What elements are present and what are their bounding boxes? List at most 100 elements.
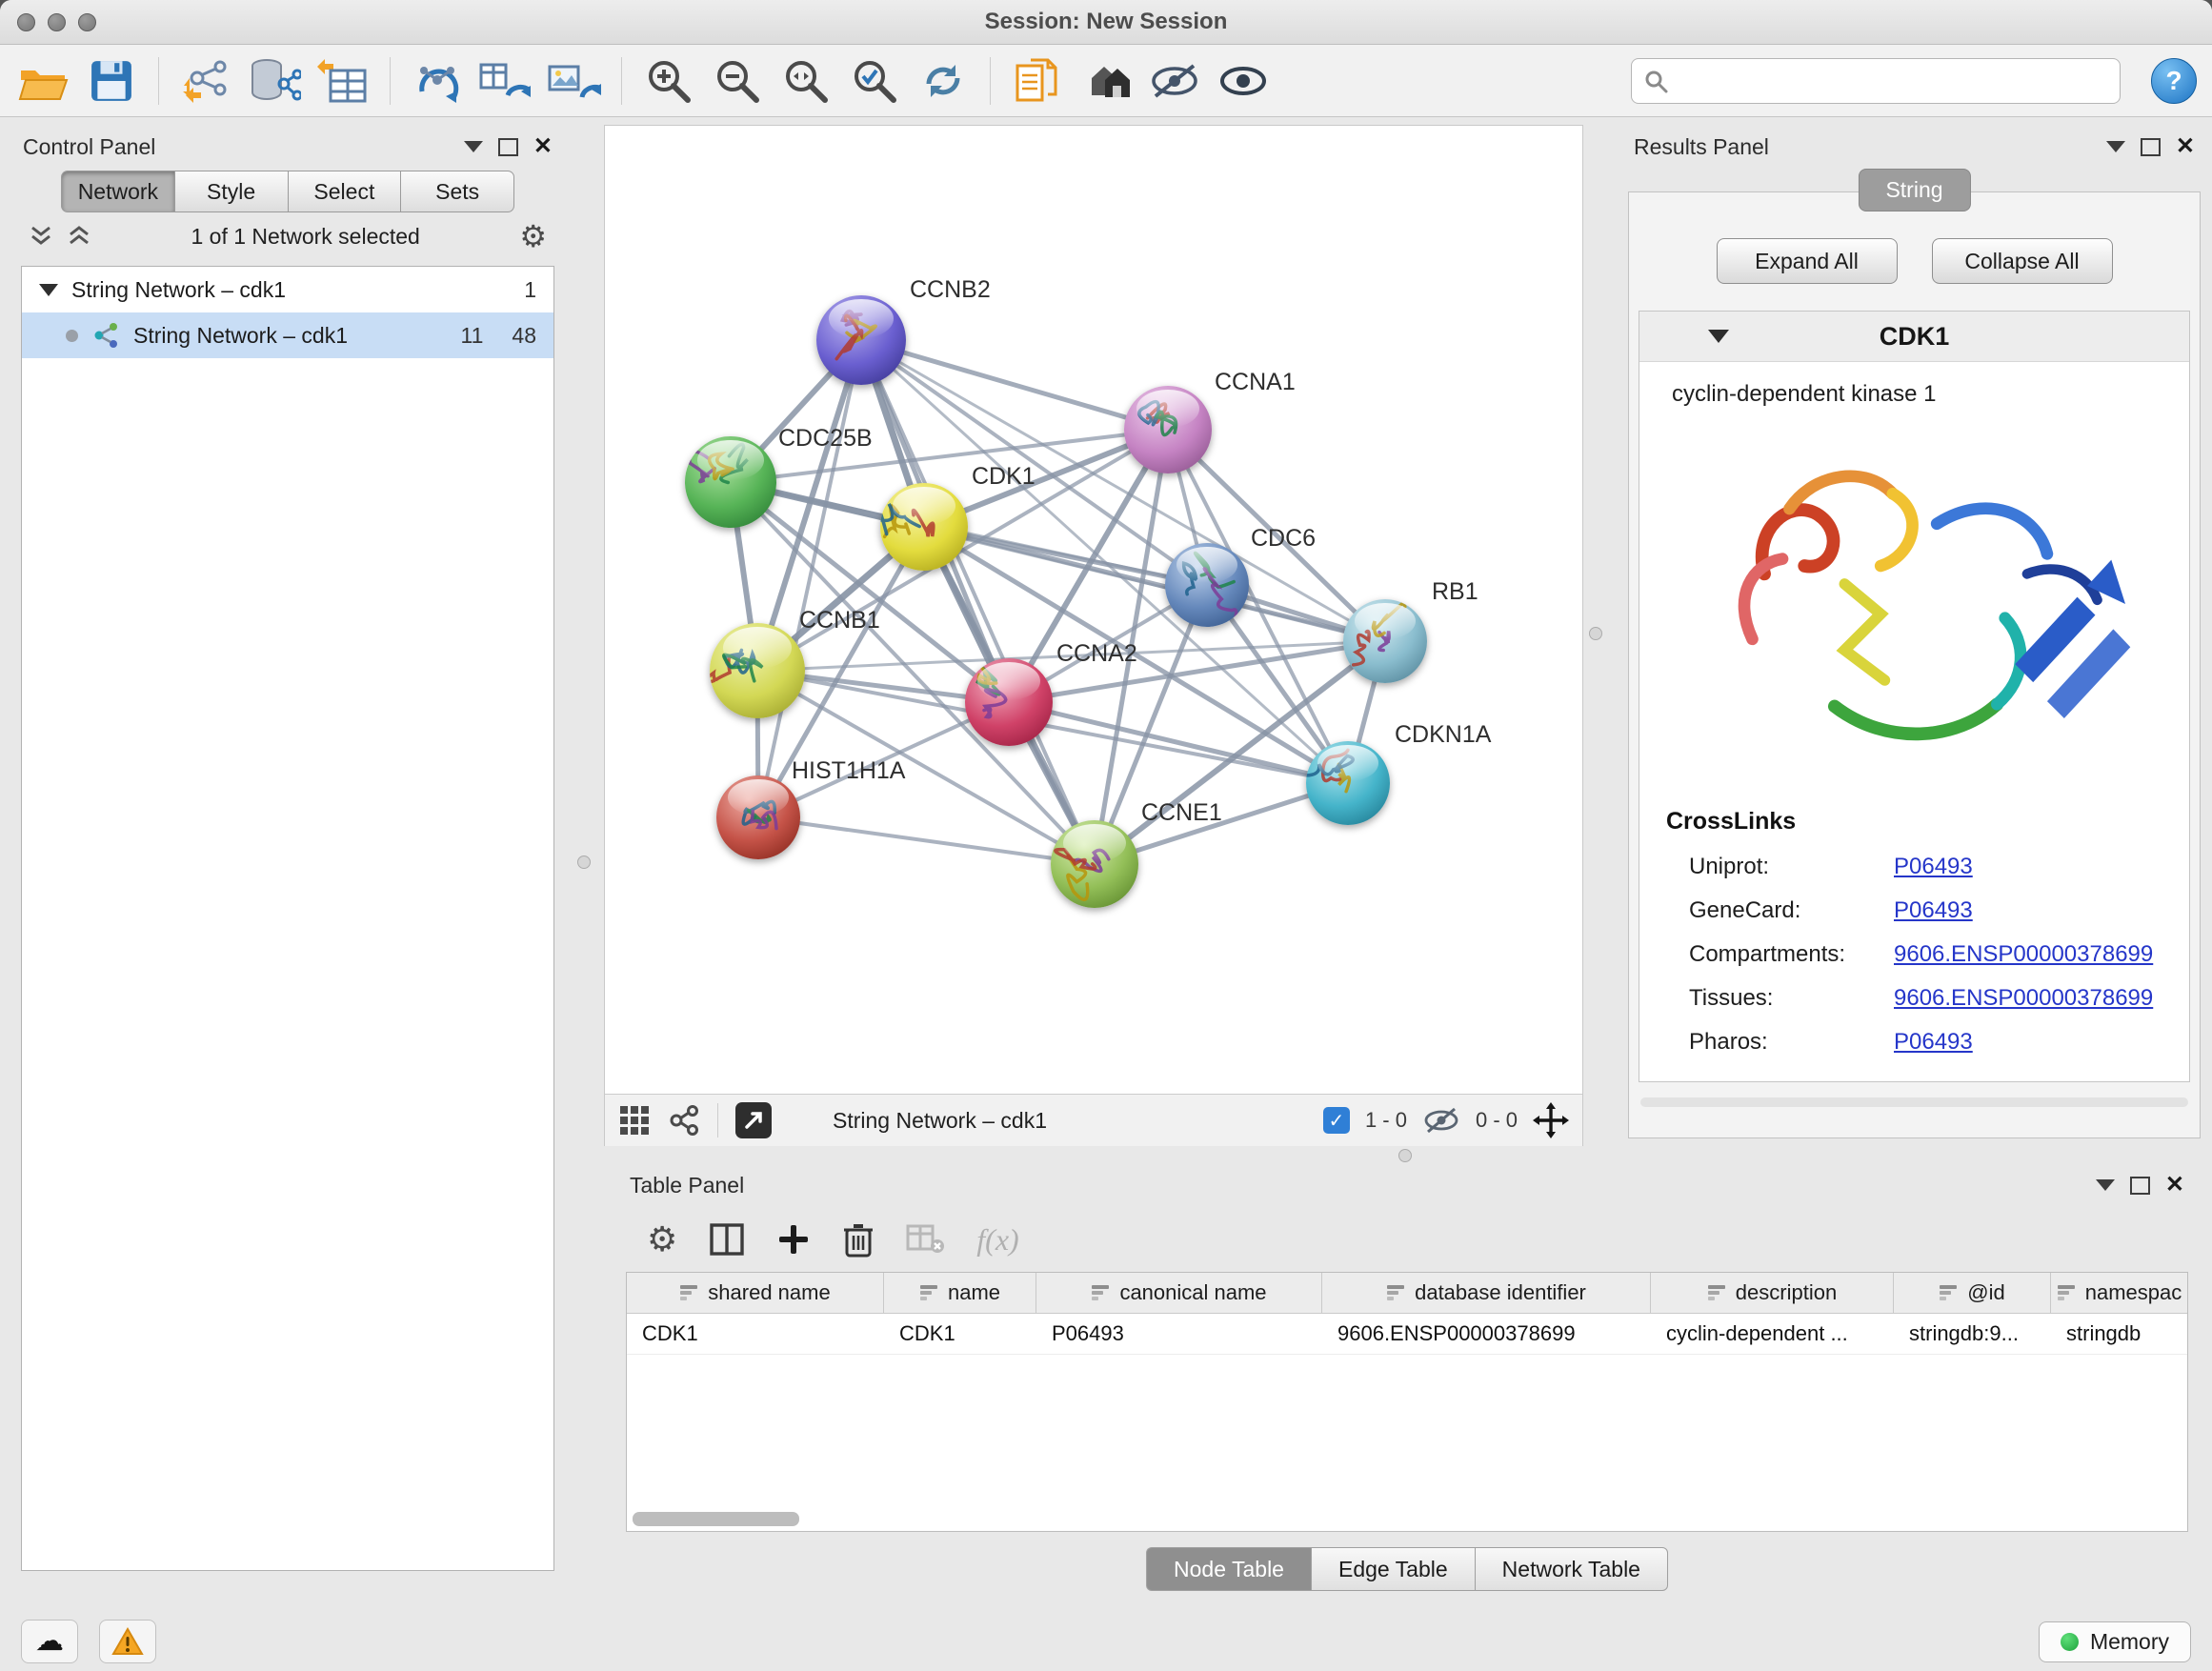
tab-node-table[interactable]: Node Table [1146,1547,1311,1591]
crosslink-value[interactable]: 9606.ENSP00000378699 [1894,985,2153,1012]
column-header-canonical-name[interactable]: canonical name [1036,1273,1322,1313]
clone-network-icon[interactable] [410,53,465,109]
memory-button[interactable]: Memory [2039,1621,2191,1662]
panel-close-icon[interactable]: ✕ [533,135,553,158]
pan-tool-icon[interactable] [1533,1102,1569,1138]
refresh-icon[interactable] [915,53,971,109]
network-node-cdk1[interactable] [880,483,968,571]
network-node-ccna2[interactable] [965,658,1053,746]
panel-menu-icon[interactable] [2096,1179,2115,1191]
crosslink-value[interactable]: P06493 [1894,1029,1973,1056]
window-close-button[interactable] [17,13,35,31]
hidden-eye-icon[interactable] [1422,1106,1460,1135]
collapse-section-icon[interactable] [1708,330,1729,343]
table-row[interactable]: CDK1 CDK1 P06493 9606.ENSP00000378699 cy… [627,1314,2187,1355]
panel-close-icon[interactable]: ✕ [2176,135,2195,158]
panel-float-icon[interactable] [498,138,518,156]
selected-checkbox-icon[interactable]: ✓ [1323,1107,1350,1134]
panel-menu-icon[interactable] [464,141,483,152]
tab-network[interactable]: Network [61,171,174,212]
zoom-in-icon[interactable] [641,53,696,109]
column-header-namespace[interactable]: namespac [2051,1273,2187,1313]
table-horizontal-scrollbar[interactable] [633,1512,2182,1526]
tab-style[interactable]: Style [174,171,288,212]
tab-sets[interactable]: Sets [400,171,514,212]
cloud-button[interactable]: ☁ [21,1620,78,1663]
import-table-icon[interactable] [315,53,371,109]
column-header-id[interactable]: @id [1894,1273,2051,1313]
column-header-shared-name[interactable]: shared name [627,1273,884,1313]
expand-all-icon[interactable] [29,225,53,248]
network-node-ccnb2[interactable] [816,295,906,385]
crosslink-value[interactable]: 9606.ENSP00000378699 [1894,941,2153,968]
expand-all-button[interactable]: Expand All [1717,238,1898,284]
gear-icon[interactable]: ⚙ [519,218,547,254]
show-columns-icon[interactable] [710,1223,744,1256]
protein-section-header[interactable]: CDK1 [1639,312,2189,362]
copy-document-icon[interactable] [1010,53,1065,109]
collapse-all-icon[interactable] [67,225,91,248]
import-network-file-icon[interactable] [178,53,233,109]
table-cell[interactable]: CDK1 [627,1314,884,1354]
show-panels-icon[interactable] [1216,53,1271,109]
network-node-ccna1[interactable] [1124,386,1212,473]
network-node-cdc25b[interactable] [685,436,776,528]
column-header-name[interactable]: name [884,1273,1036,1313]
warnings-button[interactable] [99,1620,156,1663]
network-node-cdc6[interactable] [1165,543,1249,627]
zoom-selected-icon[interactable] [847,53,902,109]
zoom-out-icon[interactable] [710,53,765,109]
tab-string[interactable]: String [1858,169,1970,211]
crosslink-value[interactable]: P06493 [1894,854,1973,880]
panel-float-icon[interactable] [2130,1177,2150,1195]
grid-mode-icon[interactable] [618,1104,651,1137]
network-collection-row[interactable]: String Network – cdk1 1 [22,267,553,312]
horizontal-splitter-handle[interactable] [1398,1149,1412,1162]
collapse-all-button[interactable]: Collapse All [1932,238,2113,284]
open-session-icon[interactable] [15,53,70,109]
vertical-splitter-handle[interactable] [1589,627,1602,640]
results-horizontal-scrollbar[interactable] [1640,1097,2188,1107]
table-settings-icon[interactable]: ⚙ [647,1219,677,1259]
scrollbar-thumb[interactable] [633,1512,799,1526]
panel-close-icon[interactable]: ✕ [2165,1174,2184,1197]
detach-view-icon[interactable] [735,1102,772,1138]
network-mode-icon[interactable] [668,1104,700,1137]
network-from-table-icon[interactable] [478,53,533,109]
table-cell[interactable]: stringdb:9... [1894,1314,2051,1354]
hide-panels-icon[interactable] [1147,53,1202,109]
add-column-icon[interactable] [776,1222,811,1257]
network-node-ccnb1[interactable] [710,623,805,718]
vertical-splitter-handle[interactable] [577,856,591,869]
zoom-fit-icon[interactable] [778,53,834,109]
crosslink-value[interactable]: P06493 [1894,897,1973,924]
table-cell[interactable]: P06493 [1036,1314,1322,1354]
tree-expand-icon[interactable] [39,284,58,296]
search-input[interactable] [1678,68,2108,94]
table-cell[interactable]: stringdb [2051,1314,2187,1354]
panel-menu-icon[interactable] [2106,141,2125,152]
tab-edge-table[interactable]: Edge Table [1311,1547,1475,1591]
table-cell[interactable]: CDK1 [884,1314,1036,1354]
table-cell[interactable]: 9606.ENSP00000378699 [1322,1314,1651,1354]
network-node-cdkn1a[interactable] [1306,741,1390,825]
window-minimize-button[interactable] [48,13,66,31]
panel-float-icon[interactable] [2141,138,2161,156]
import-network-database-icon[interactable] [247,53,302,109]
save-session-icon[interactable] [84,53,139,109]
delete-column-icon[interactable] [843,1221,874,1258]
help-button[interactable]: ? [2151,58,2197,104]
tab-select[interactable]: Select [288,171,401,212]
network-node-hist1h1a[interactable] [716,775,800,859]
network-canvas[interactable]: CCNB2CCNA1CDC25BCDK1CDC6RB1CCNB1CCNA2CDK… [605,126,1582,1094]
table-cell[interactable]: cyclin-dependent ... [1651,1314,1894,1354]
home-icon[interactable] [1078,53,1134,109]
network-node-rb1[interactable] [1343,599,1427,683]
network-row[interactable]: String Network – cdk1 11 48 [22,312,553,358]
export-image-icon[interactable] [547,53,602,109]
column-header-description[interactable]: description [1651,1273,1894,1313]
network-node-ccne1[interactable] [1051,820,1138,908]
window-zoom-button[interactable] [78,13,96,31]
tab-network-table[interactable]: Network Table [1475,1547,1668,1591]
column-header-database-identifier[interactable]: database identifier [1322,1273,1651,1313]
